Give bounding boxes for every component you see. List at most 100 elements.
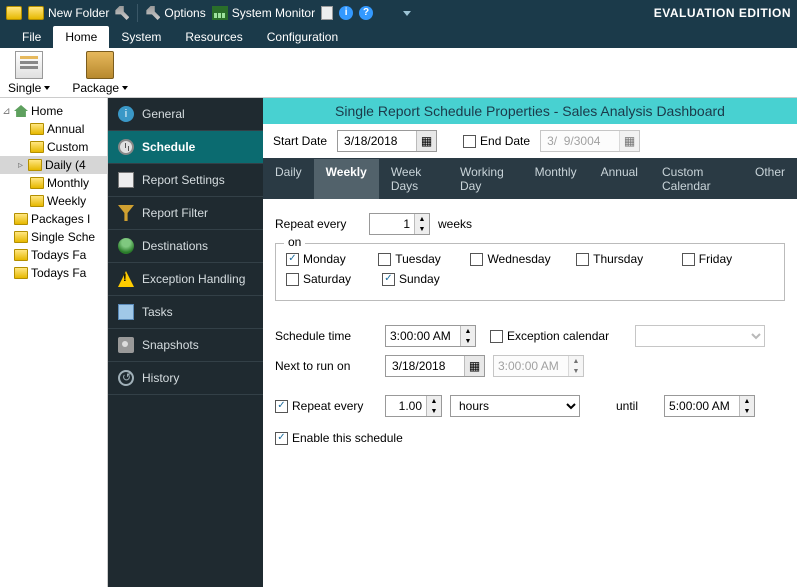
help-icon[interactable]: ?: [359, 6, 373, 20]
options-icon: [146, 6, 160, 20]
sidebar-report-filter[interactable]: Report Filter: [108, 197, 263, 230]
tree-home[interactable]: ⊿Home: [0, 102, 107, 120]
repeat-interval-spinner[interactable]: ▲▼: [385, 395, 442, 417]
repeat-unit-select[interactable]: hours: [450, 395, 580, 417]
next-run-date-input[interactable]: [386, 356, 464, 376]
chk-thursday[interactable]: Thursday: [576, 252, 682, 266]
chk-friday[interactable]: Friday: [682, 252, 774, 266]
until-time-input[interactable]: [665, 396, 739, 416]
package-button[interactable]: Package: [70, 49, 130, 97]
chk-sunday[interactable]: Sunday: [382, 272, 478, 286]
enable-schedule-checkbox[interactable]: Enable this schedule: [275, 431, 403, 445]
sidebar-snapshots[interactable]: Snapshots: [108, 329, 263, 362]
checkbox-icon: [286, 273, 299, 286]
checkbox-icon: [275, 400, 288, 413]
schedule-time-input[interactable]: [386, 326, 460, 346]
camera-icon: [118, 337, 134, 353]
tree-weekly[interactable]: Weekly: [0, 192, 107, 210]
end-date-checkbox[interactable]: End Date: [463, 134, 530, 148]
spin-up[interactable]: ▲: [427, 396, 441, 406]
tab-weekdays[interactable]: Week Days: [379, 159, 448, 199]
home-icon: [14, 105, 28, 117]
repeat-interval-input[interactable]: [386, 396, 426, 416]
start-date-input[interactable]: ▦: [337, 130, 437, 152]
form-area: Repeat every ▲▼ weeks on Monday Tuesday …: [263, 199, 797, 467]
spin-up[interactable]: ▲: [461, 326, 475, 336]
spin-up[interactable]: ▲: [415, 214, 429, 224]
tree-daily[interactable]: ▹Daily (4: [0, 156, 107, 174]
next-run-time-input: [494, 356, 568, 376]
spin-down[interactable]: ▼: [740, 406, 754, 416]
tree-todays-fa1[interactable]: Todays Fa: [0, 246, 107, 264]
calendar-icon[interactable]: ▦: [464, 356, 484, 376]
edition-label: EVALUATION EDITION: [654, 6, 791, 20]
chevron-down-icon[interactable]: [403, 11, 411, 16]
chk-monday[interactable]: Monday: [286, 252, 378, 266]
spin-down[interactable]: ▼: [415, 224, 429, 234]
tab-other[interactable]: Other: [743, 159, 797, 199]
tree-packages[interactable]: Packages I: [0, 210, 107, 228]
new-folder-label: New Folder: [48, 6, 109, 20]
toolbar-separator: [137, 4, 138, 22]
sidebar-report-settings[interactable]: Report Settings: [108, 164, 263, 197]
sidebar-general[interactable]: iGeneral: [108, 98, 263, 131]
repeat-weeks-spinner[interactable]: ▲▼: [369, 213, 430, 235]
tree-todays-fa2[interactable]: Todays Fa: [0, 264, 107, 282]
chk-wednesday[interactable]: Wednesday: [470, 252, 576, 266]
sidebar-schedule[interactable]: Schedule: [108, 131, 263, 164]
tree-custom[interactable]: Custom: [0, 138, 107, 156]
tab-resources[interactable]: Resources: [173, 26, 254, 48]
tab-configuration[interactable]: Configuration: [255, 26, 350, 48]
doc-icon[interactable]: [321, 6, 333, 20]
sidebar-history[interactable]: History: [108, 362, 263, 395]
calendar-icon[interactable]: ▦: [416, 131, 436, 151]
system-monitor-button[interactable]: System Monitor: [212, 6, 315, 20]
tab-file[interactable]: File: [10, 26, 53, 48]
new-folder-button[interactable]: New Folder: [28, 6, 109, 20]
weeks-label: weeks: [438, 217, 472, 231]
single-button[interactable]: Single: [6, 49, 52, 97]
options-button[interactable]: Options: [146, 6, 205, 20]
next-run-date[interactable]: ▦: [385, 355, 485, 377]
system-monitor-label: System Monitor: [232, 6, 315, 20]
options-label: Options: [164, 6, 205, 20]
tab-annual[interactable]: Annual: [589, 159, 650, 199]
tree-single-sche[interactable]: Single Sche: [0, 228, 107, 246]
chk-saturday[interactable]: Saturday: [286, 272, 382, 286]
folder-icon: [30, 141, 44, 153]
tree-monthly[interactable]: Monthly: [0, 174, 107, 192]
tab-home[interactable]: Home: [53, 26, 109, 48]
tab-workingday[interactable]: Working Day: [448, 159, 523, 199]
tab-daily[interactable]: Daily: [263, 159, 314, 199]
info-icon[interactable]: i: [339, 6, 353, 20]
properties-sidebar: iGeneral Schedule Report Settings Report…: [108, 98, 263, 587]
sidebar-exception[interactable]: Exception Handling: [108, 263, 263, 296]
schedule-time-spinner[interactable]: ▲▼: [385, 325, 476, 347]
until-time-spinner[interactable]: ▲▼: [664, 395, 755, 417]
checkbox-icon: [490, 330, 503, 343]
chk-tuesday[interactable]: Tuesday: [378, 252, 470, 266]
tree-annual[interactable]: Annual: [0, 120, 107, 138]
spin-down[interactable]: ▼: [427, 406, 441, 416]
exception-calendar-checkbox[interactable]: Exception calendar: [490, 329, 609, 343]
sidebar-destinations[interactable]: Destinations: [108, 230, 263, 263]
sidebar-tasks[interactable]: Tasks: [108, 296, 263, 329]
checkbox-icon: [576, 253, 589, 266]
spin-down: ▼: [569, 366, 583, 376]
tab-custom-calendar[interactable]: Custom Calendar: [650, 159, 743, 199]
chevron-down-icon: [122, 86, 128, 90]
wrench-icon[interactable]: [115, 6, 129, 20]
start-date-field[interactable]: [338, 131, 416, 151]
tab-weekly[interactable]: Weekly: [314, 159, 379, 199]
until-label: until: [616, 399, 638, 413]
spin-up[interactable]: ▲: [740, 396, 754, 406]
repeat-weeks-input[interactable]: [370, 214, 414, 234]
document-icon: [118, 172, 134, 188]
tab-monthly[interactable]: Monthly: [523, 159, 589, 199]
repeat-every-checkbox[interactable]: Repeat every: [275, 399, 377, 413]
frequency-tabs: Daily Weekly Week Days Working Day Month…: [263, 159, 797, 199]
spin-down[interactable]: ▼: [461, 336, 475, 346]
folder-icon[interactable]: [6, 6, 22, 20]
tab-system[interactable]: System: [109, 26, 173, 48]
filter-icon: [118, 205, 134, 221]
